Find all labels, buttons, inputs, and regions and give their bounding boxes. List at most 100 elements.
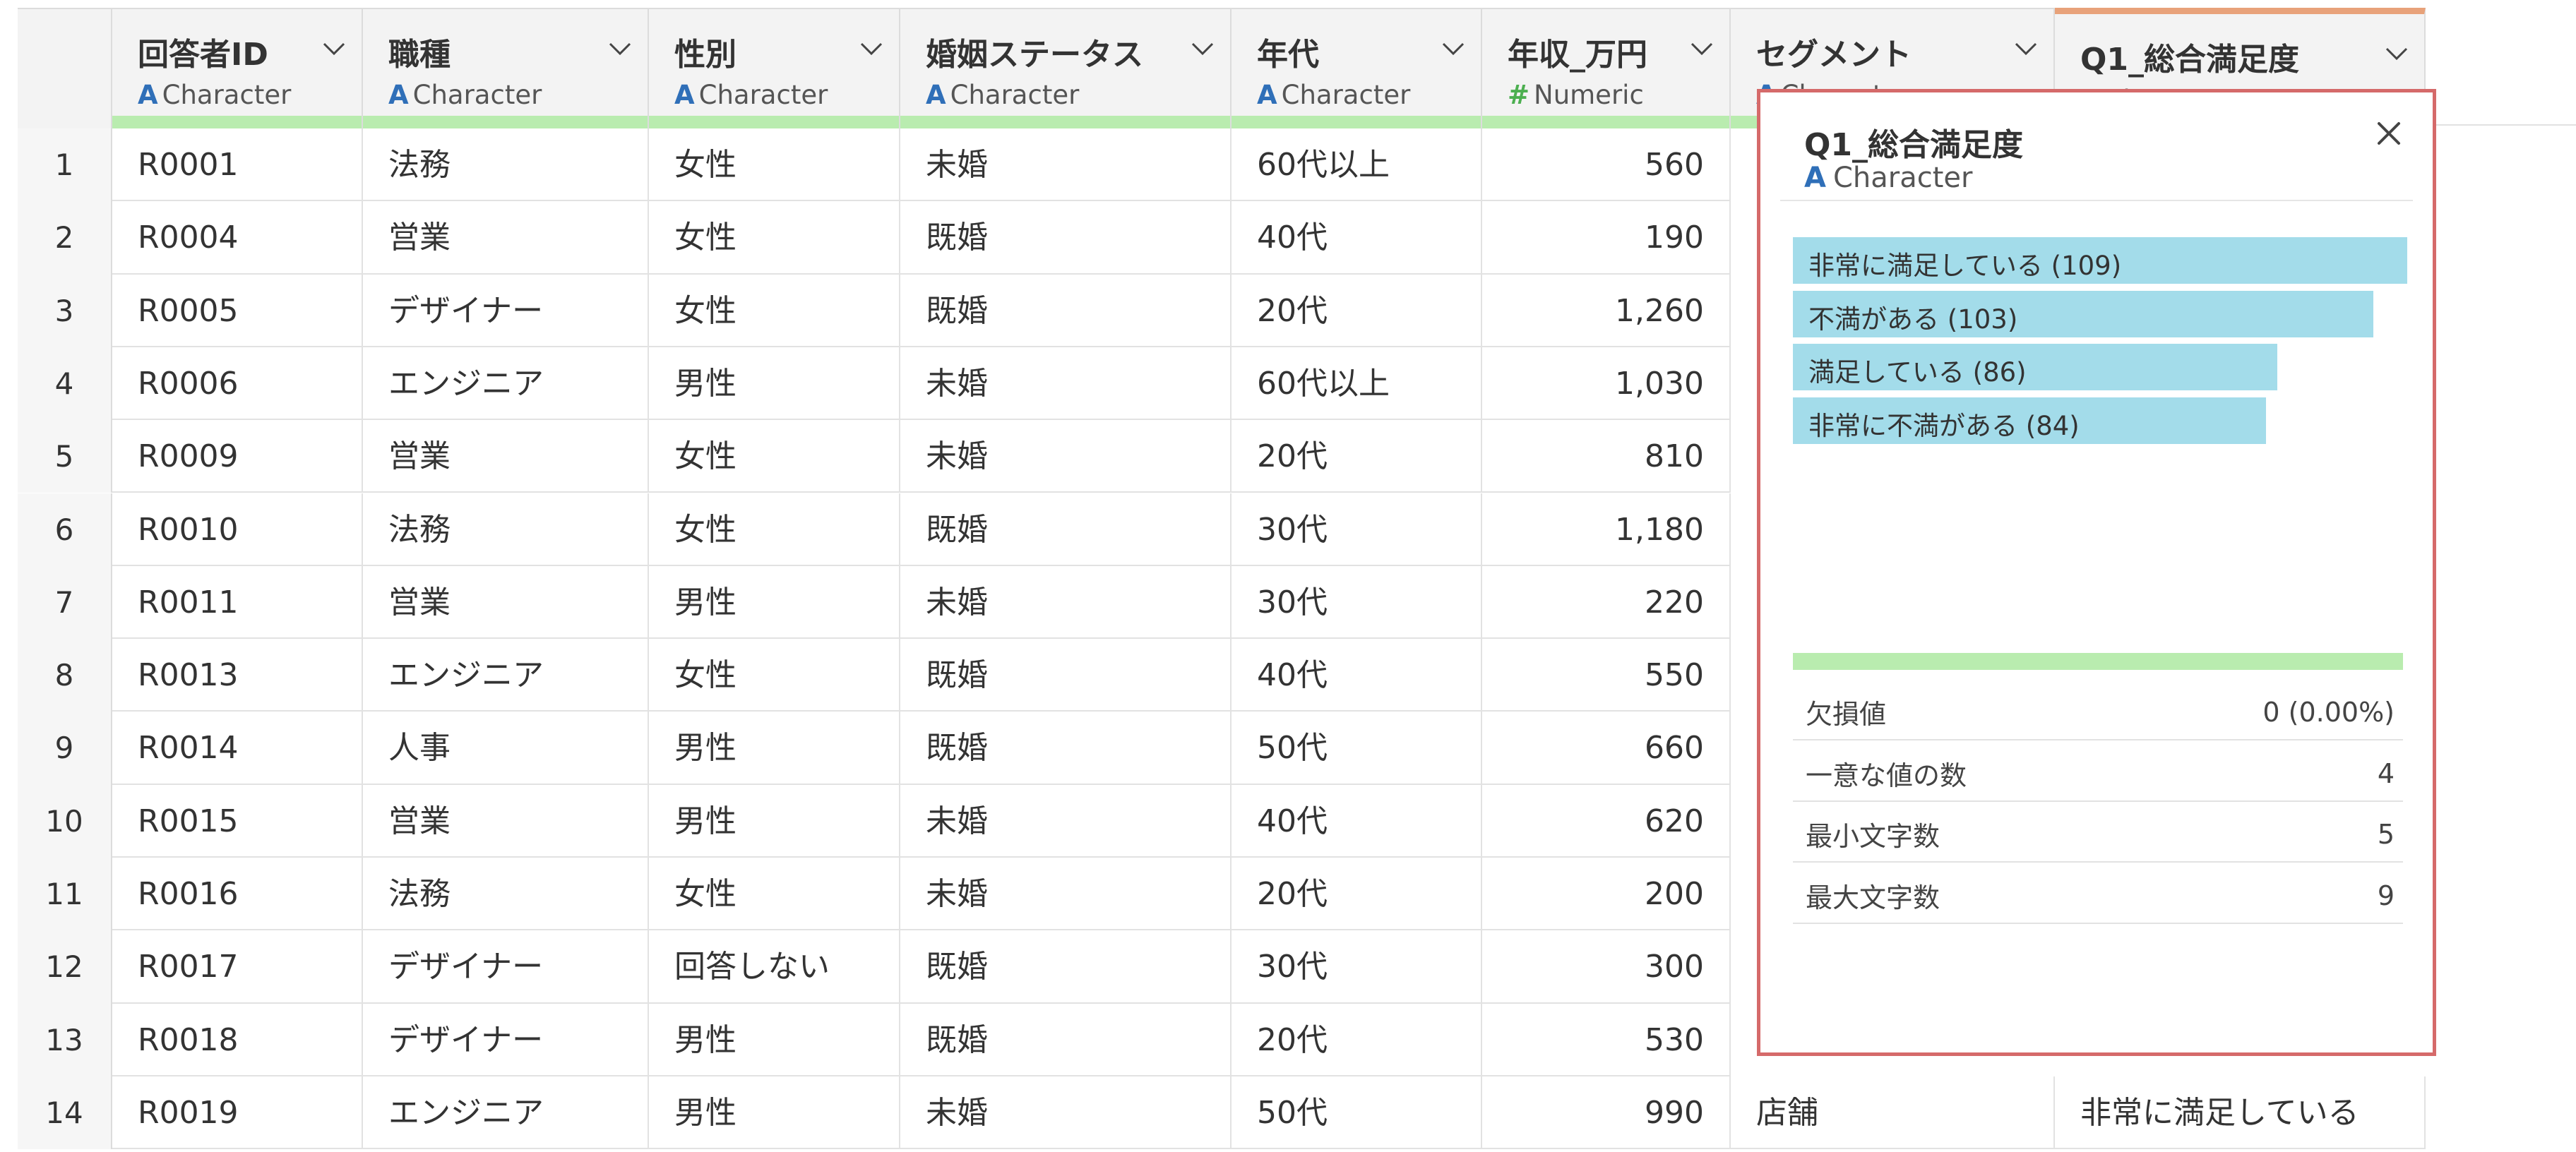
frequency-bar[interactable]: 満足している (86) (1793, 344, 2278, 390)
table-cell[interactable]: 810 (1482, 420, 1731, 493)
table-cell[interactable]: 既婚 (900, 930, 1232, 1004)
table-cell[interactable]: R0016 (112, 858, 363, 931)
table-cell[interactable]: 60代以上 (1232, 347, 1482, 421)
table-cell[interactable]: R0017 (112, 930, 363, 1004)
table-cell[interactable]: 男性 (649, 347, 900, 421)
table-cell[interactable]: 40代 (1232, 639, 1482, 712)
column-header-1[interactable]: 回答者ID A Character (112, 8, 363, 128)
table-cell[interactable]: 200 (1482, 858, 1731, 931)
table-cell[interactable]: 人事 (363, 712, 649, 785)
table-cell[interactable]: 550 (1482, 639, 1731, 712)
table-cell[interactable]: 女性 (649, 274, 900, 347)
table-cell[interactable]: 40代 (1232, 201, 1482, 275)
table-cell[interactable]: デザイナー (363, 930, 649, 1004)
table-cell[interactable]: 既婚 (900, 201, 1232, 275)
table-cell[interactable]: エンジニア (363, 639, 649, 712)
table-cell[interactable]: 220 (1482, 565, 1731, 640)
table-cell[interactable]: 男性 (649, 1076, 900, 1150)
table-cell[interactable]: 1,180 (1482, 493, 1731, 566)
table-cell[interactable]: エンジニア (363, 347, 649, 421)
table-cell[interactable]: 回答しない (649, 930, 900, 1004)
table-cell[interactable]: R0010 (112, 493, 363, 566)
table-cell[interactable]: 未婚 (900, 1076, 1232, 1150)
table-cell[interactable]: 530 (1482, 1003, 1731, 1076)
table-cell[interactable]: 営業 (363, 565, 649, 640)
table-cell[interactable]: 女性 (649, 201, 900, 275)
table-cell[interactable]: 未婚 (900, 420, 1232, 493)
table-cell[interactable]: 店舗 (1731, 1076, 2055, 1150)
table-cell[interactable]: 1,260 (1482, 274, 1731, 347)
table-cell[interactable]: R0019 (112, 1076, 363, 1150)
chevron-down-icon[interactable] (2014, 42, 2038, 56)
table-cell[interactable]: 未婚 (900, 784, 1232, 858)
table-cell[interactable]: 20代 (1232, 420, 1482, 493)
table-cell[interactable]: 20代 (1232, 274, 1482, 347)
table-cell[interactable]: 20代 (1232, 858, 1482, 931)
table-cell[interactable]: 女性 (649, 639, 900, 712)
table-cell[interactable]: 営業 (363, 420, 649, 493)
chevron-down-icon[interactable] (1191, 42, 1215, 56)
chevron-down-icon[interactable] (859, 42, 883, 56)
table-cell[interactable]: 非常に満足している (2055, 1076, 2426, 1150)
table-cell[interactable]: 男性 (649, 712, 900, 785)
table-cell[interactable]: 女性 (649, 493, 900, 566)
chevron-down-icon[interactable] (322, 42, 346, 56)
table-cell[interactable]: R0014 (112, 712, 363, 785)
table-cell[interactable]: 未婚 (900, 565, 1232, 640)
table-cell[interactable]: エンジニア (363, 1076, 649, 1150)
column-header-5[interactable]: 年代 A Character (1232, 8, 1482, 128)
table-cell[interactable]: 40代 (1232, 784, 1482, 858)
table-cell[interactable]: R0001 (112, 128, 363, 202)
column-header-6[interactable]: 年収_万円 # Numeric (1482, 8, 1731, 128)
table-cell[interactable]: R0018 (112, 1003, 363, 1076)
column-header-3[interactable]: 性別 A Character (649, 8, 900, 128)
table-cell[interactable]: 女性 (649, 858, 900, 931)
table-cell[interactable]: 560 (1482, 128, 1731, 202)
table-cell[interactable]: 既婚 (900, 493, 1232, 566)
table-cell[interactable]: 営業 (363, 784, 649, 858)
frequency-bar[interactable]: 不満がある (103) (1793, 290, 2374, 337)
column-header-2[interactable]: 職種 A Character (363, 8, 649, 128)
table-cell[interactable]: 営業 (363, 201, 649, 275)
table-cell[interactable]: 未婚 (900, 858, 1232, 931)
chevron-down-icon[interactable] (2385, 47, 2409, 61)
table-cell[interactable]: R0005 (112, 274, 363, 347)
frequency-bar[interactable]: 非常に不満がある (84) (1793, 397, 2267, 444)
table-cell[interactable]: 50代 (1232, 1076, 1482, 1150)
chevron-down-icon[interactable] (1441, 42, 1465, 56)
frequency-bar[interactable]: 非常に満足している (109) (1793, 237, 2407, 284)
table-cell[interactable]: 1,030 (1482, 347, 1731, 421)
table-cell[interactable]: 30代 (1232, 493, 1482, 566)
table-cell[interactable]: R0009 (112, 420, 363, 493)
table-cell[interactable]: 30代 (1232, 565, 1482, 640)
table-cell[interactable]: 既婚 (900, 639, 1232, 712)
table-cell[interactable]: 60代以上 (1232, 128, 1482, 202)
table-cell[interactable]: R0013 (112, 639, 363, 712)
table-cell[interactable]: 未婚 (900, 128, 1232, 202)
close-icon[interactable] (2375, 119, 2403, 148)
table-cell[interactable]: 300 (1482, 930, 1731, 1004)
table-cell[interactable]: R0011 (112, 565, 363, 640)
table-cell[interactable]: デザイナー (363, 1003, 649, 1076)
table-cell[interactable]: 法務 (363, 858, 649, 931)
table-cell[interactable]: 既婚 (900, 274, 1232, 347)
table-cell[interactable]: 女性 (649, 128, 900, 202)
table-cell[interactable]: 未婚 (900, 347, 1232, 421)
table-cell[interactable]: 男性 (649, 784, 900, 858)
chevron-down-icon[interactable] (608, 42, 632, 56)
chevron-down-icon[interactable] (1690, 42, 1714, 56)
table-cell[interactable]: 660 (1482, 712, 1731, 785)
table-cell[interactable]: 男性 (649, 565, 900, 640)
table-cell[interactable]: R0015 (112, 784, 363, 858)
table-cell[interactable]: 190 (1482, 201, 1731, 275)
table-cell[interactable]: R0006 (112, 347, 363, 421)
table-cell[interactable]: 男性 (649, 1003, 900, 1076)
table-cell[interactable]: 法務 (363, 128, 649, 202)
table-cell[interactable]: 30代 (1232, 930, 1482, 1004)
table-cell[interactable]: 既婚 (900, 1003, 1232, 1076)
table-cell[interactable]: 女性 (649, 420, 900, 493)
table-cell[interactable]: 620 (1482, 784, 1731, 858)
column-header-4[interactable]: 婚姻ステータス A Character (900, 8, 1232, 128)
table-cell[interactable]: 990 (1482, 1076, 1731, 1150)
table-cell[interactable]: 既婚 (900, 712, 1232, 785)
